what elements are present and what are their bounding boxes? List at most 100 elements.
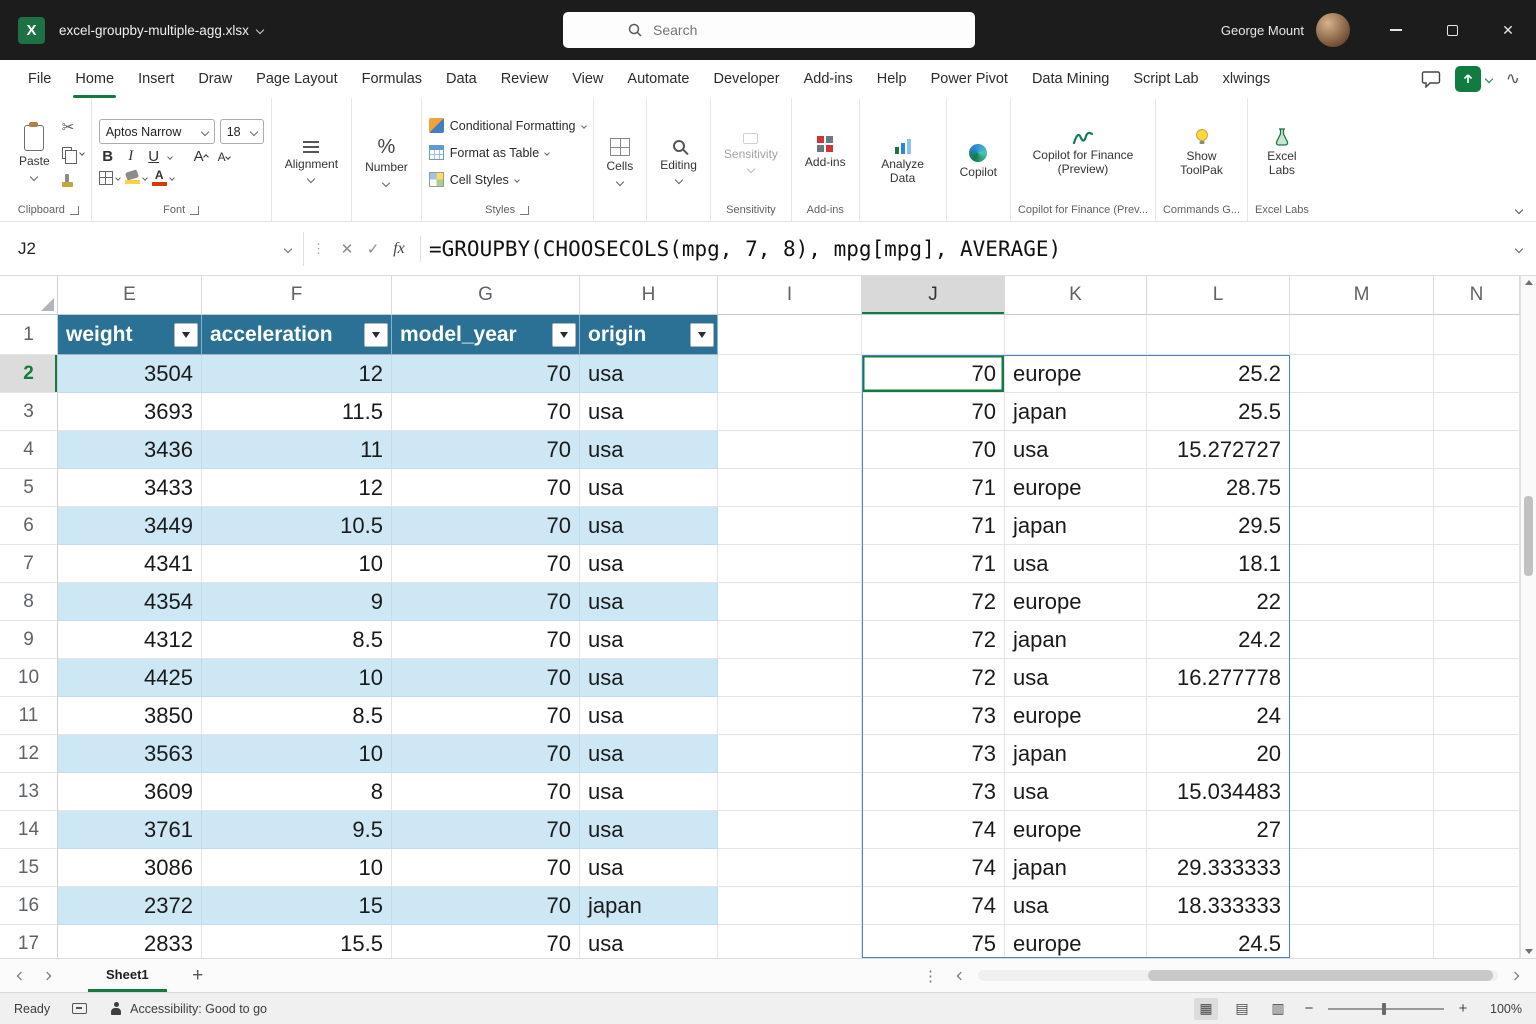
styles-dialog-launcher[interactable] — [520, 206, 529, 215]
cell-K16[interactable]: usa — [1005, 887, 1147, 925]
cell-J5[interactable]: 71 — [862, 469, 1005, 507]
cell-G15[interactable]: 70 — [392, 849, 580, 887]
cell-K14[interactable]: europe — [1005, 811, 1147, 849]
zoom-slider-thumb[interactable] — [1382, 1003, 1386, 1015]
cell-L14[interactable]: 27 — [1147, 811, 1290, 849]
cell-J4[interactable]: 70 — [862, 431, 1005, 469]
ribbon-tab-review[interactable]: Review — [489, 60, 561, 98]
cell-G17[interactable]: 70 — [392, 925, 580, 958]
cell-F3[interactable]: 11.5 — [202, 393, 392, 431]
close-button[interactable]: ✕ — [1480, 0, 1536, 60]
cell-K13[interactable]: usa — [1005, 773, 1147, 811]
cell-I7[interactable] — [718, 545, 862, 583]
cell-E12[interactable]: 3563 — [58, 735, 202, 773]
cell-K8[interactable]: europe — [1005, 583, 1147, 621]
cell-M9[interactable] — [1290, 621, 1434, 659]
cell-F16[interactable]: 15 — [202, 887, 392, 925]
filter-button-model_year[interactable] — [552, 323, 576, 347]
accessibility-status[interactable]: Accessibility: Good to go — [109, 1002, 267, 1016]
cell-J7[interactable]: 71 — [862, 545, 1005, 583]
cell-F7[interactable]: 10 — [202, 545, 392, 583]
alignment-button[interactable]: Alignment — [279, 139, 344, 185]
row-header-10[interactable]: 10 — [0, 659, 58, 697]
row-header-17[interactable]: 17 — [0, 925, 58, 958]
cell-E11[interactable]: 3850 — [58, 697, 202, 735]
bold-button[interactable]: B — [99, 148, 117, 165]
page-break-view-button[interactable]: ▥ — [1266, 998, 1290, 1020]
scroll-up-button[interactable] — [1521, 280, 1536, 285]
ribbon-tab-data[interactable]: Data — [434, 60, 489, 98]
cell-H6[interactable]: usa — [580, 507, 718, 545]
cell-L13[interactable]: 15.034483 — [1147, 773, 1290, 811]
formula-bar-expand-icon[interactable] — [1502, 246, 1536, 252]
cell-I16[interactable] — [718, 887, 862, 925]
cell-I1[interactable] — [718, 315, 862, 355]
ribbon-tab-automate[interactable]: Automate — [615, 60, 701, 98]
cell-M14[interactable] — [1290, 811, 1434, 849]
sheet-nav-right-icon[interactable] — [34, 973, 60, 979]
hscroll-left-button[interactable] — [948, 973, 974, 979]
cell-K5[interactable]: europe — [1005, 469, 1147, 507]
sheet-bar-menu-icon[interactable]: ⋮ — [913, 967, 948, 985]
column-header-J[interactable]: J — [862, 276, 1005, 315]
cell-M17[interactable] — [1290, 925, 1434, 958]
cell-N14[interactable] — [1434, 811, 1520, 849]
cell-E16[interactable]: 2372 — [58, 887, 202, 925]
page-layout-view-button[interactable]: ▤ — [1230, 998, 1254, 1020]
cell-G5[interactable]: 70 — [392, 469, 580, 507]
collapse-ribbon-icon[interactable] — [1515, 206, 1523, 214]
column-header-F[interactable]: F — [202, 276, 392, 315]
cell-I9[interactable] — [718, 621, 862, 659]
zoom-out-button[interactable]: − — [1302, 1000, 1316, 1017]
filter-button-weight[interactable] — [174, 323, 198, 347]
row-header-2[interactable]: 2 — [0, 355, 58, 393]
cell-K2[interactable]: europe — [1005, 355, 1147, 393]
horizontal-scrollbar-thumb[interactable] — [1148, 970, 1493, 981]
cell-J8[interactable]: 72 — [862, 583, 1005, 621]
insert-function-button[interactable]: fx — [386, 234, 412, 264]
cell-L3[interactable]: 25.5 — [1147, 393, 1290, 431]
cell-J17[interactable]: 75 — [862, 925, 1005, 958]
ribbon-tab-formulas[interactable]: Formulas — [350, 60, 434, 98]
hscroll-right-button[interactable] — [1502, 973, 1528, 979]
cell-F14[interactable]: 9.5 — [202, 811, 392, 849]
cell-E2[interactable]: 3504 — [58, 355, 202, 393]
cell-L15[interactable]: 29.333333 — [1147, 849, 1290, 887]
cell-I11[interactable] — [718, 697, 862, 735]
ribbon-tab-insert[interactable]: Insert — [126, 60, 186, 98]
cell-H12[interactable]: usa — [580, 735, 718, 773]
cell-K15[interactable]: japan — [1005, 849, 1147, 887]
cell-N2[interactable] — [1434, 355, 1520, 393]
add-sheet-button[interactable]: + — [183, 965, 213, 987]
cell-N11[interactable] — [1434, 697, 1520, 735]
cell-H14[interactable]: usa — [580, 811, 718, 849]
cell-N6[interactable] — [1434, 507, 1520, 545]
cell-I6[interactable] — [718, 507, 862, 545]
cell-F2[interactable]: 12 — [202, 355, 392, 393]
cell-F6[interactable]: 10.5 — [202, 507, 392, 545]
cell-E6[interactable]: 3449 — [58, 507, 202, 545]
cell-N3[interactable] — [1434, 393, 1520, 431]
column-header-M[interactable]: M — [1290, 276, 1434, 315]
cell-E9[interactable]: 4312 — [58, 621, 202, 659]
ribbon-tab-xlwings[interactable]: xlwings — [1211, 60, 1283, 98]
cell-F17[interactable]: 15.5 — [202, 925, 392, 958]
font-dialog-launcher[interactable] — [190, 206, 199, 215]
column-header-K[interactable]: K — [1005, 276, 1147, 315]
cell-G13[interactable]: 70 — [392, 773, 580, 811]
cells-button[interactable]: Cells — [601, 136, 640, 187]
cell-M4[interactable] — [1290, 431, 1434, 469]
cell-I13[interactable] — [718, 773, 862, 811]
cell-J10[interactable]: 72 — [862, 659, 1005, 697]
table-header-origin[interactable]: origin — [580, 315, 718, 355]
format-painter-button[interactable] — [62, 169, 84, 187]
cell-H10[interactable]: usa — [580, 659, 718, 697]
search-input[interactable] — [653, 22, 903, 38]
row-header-15[interactable]: 15 — [0, 849, 58, 887]
vertical-scrollbar[interactable] — [1520, 276, 1536, 958]
cell-L4[interactable]: 15.272727 — [1147, 431, 1290, 469]
cell-J14[interactable]: 74 — [862, 811, 1005, 849]
font-color-button[interactable]: A — [152, 169, 174, 186]
cell-L6[interactable]: 29.5 — [1147, 507, 1290, 545]
comments-icon[interactable] — [1421, 70, 1441, 88]
